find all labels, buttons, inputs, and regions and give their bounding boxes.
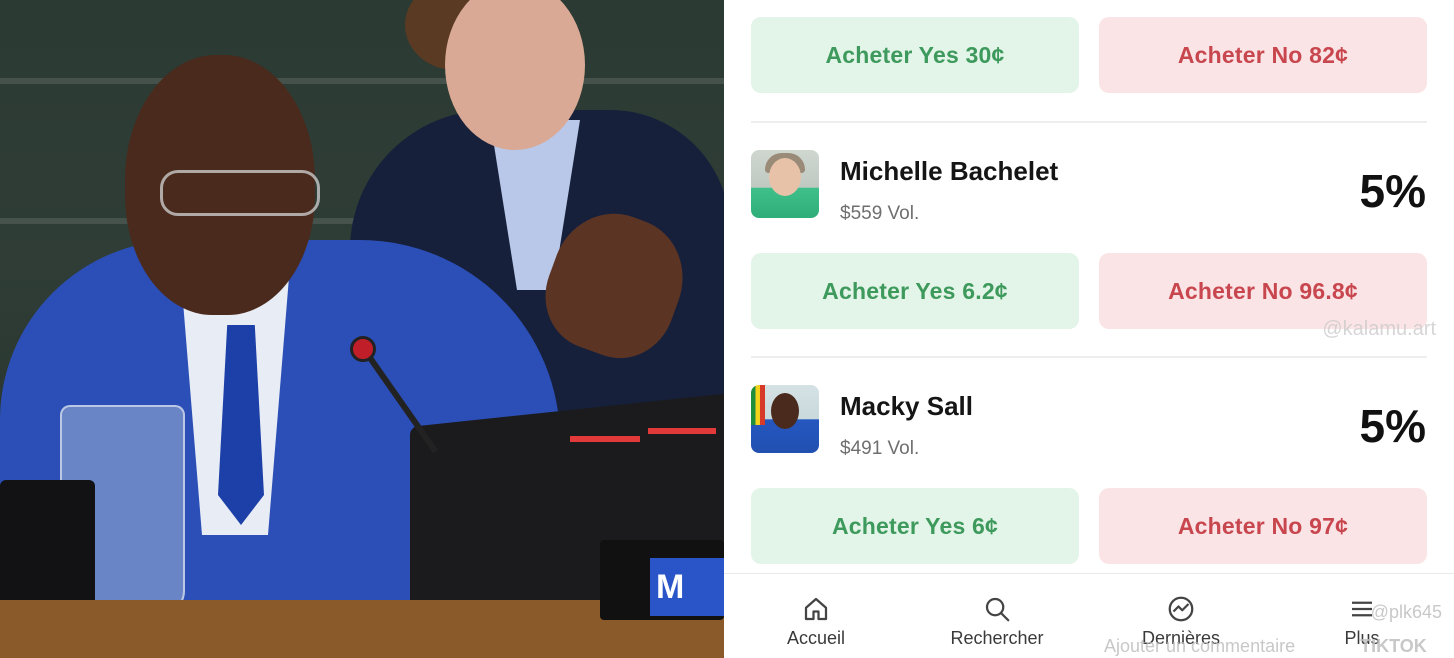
nav-label: Rechercher [950, 628, 1044, 648]
laptop [0, 480, 95, 620]
home-icon [804, 597, 828, 621]
candidate-name: Michelle Bachelet [840, 156, 1059, 186]
tiktok-brand: TIKTOK [1360, 636, 1427, 656]
bottom-navigation: Accueil Rechercher Dernières Plus Ajoute… [724, 573, 1454, 658]
nav-item-search[interactable]: Rechercher [922, 594, 1072, 649]
buy-yes-button[interactable]: Acheter Yes 30¢ [751, 17, 1079, 93]
news-photo: M [0, 0, 724, 658]
wall-stripe [0, 78, 724, 84]
search-icon [985, 597, 1010, 622]
tiktok-user: @plk645 [1370, 602, 1442, 622]
buy-yes-button[interactable]: Acheter Yes 6¢ [751, 488, 1079, 564]
glasses [160, 170, 320, 216]
comment-overlay: Ajouter un commentaire TIKTOK [1104, 636, 1427, 657]
buy-no-button[interactable]: Acheter No 82¢ [1099, 17, 1427, 93]
console-light [570, 436, 640, 442]
buy-no-button[interactable]: Acheter No 97¢ [1099, 488, 1427, 564]
candidate-avatar-bachelet [751, 150, 819, 218]
candidate-volume: $559 Vol. [840, 203, 920, 224]
nameplate-text: M [650, 558, 724, 616]
candidate-percent: 5% [1359, 165, 1426, 217]
candidate-percent: 5% [1359, 400, 1426, 452]
console-light [648, 428, 716, 434]
buy-yes-button[interactable]: Acheter Yes 6.2¢ [751, 253, 1079, 329]
comment-text: Ajouter un commentaire [1104, 636, 1296, 656]
nav-item-home[interactable]: Accueil [741, 594, 891, 649]
candidate-volume: $491 Vol. [840, 438, 920, 459]
nav-label: Accueil [786, 628, 846, 648]
trending-icon [1168, 596, 1194, 622]
watermark: @kalamu.art [1322, 318, 1436, 340]
divider [751, 121, 1427, 123]
divider [751, 356, 1427, 358]
candidate-name: Macky Sall [840, 391, 973, 421]
prediction-market-panel: Acheter Yes 30¢ Acheter No 82¢ Michelle … [724, 0, 1454, 658]
microphone-icon [350, 336, 376, 362]
candidate-avatar-sall [751, 385, 819, 453]
